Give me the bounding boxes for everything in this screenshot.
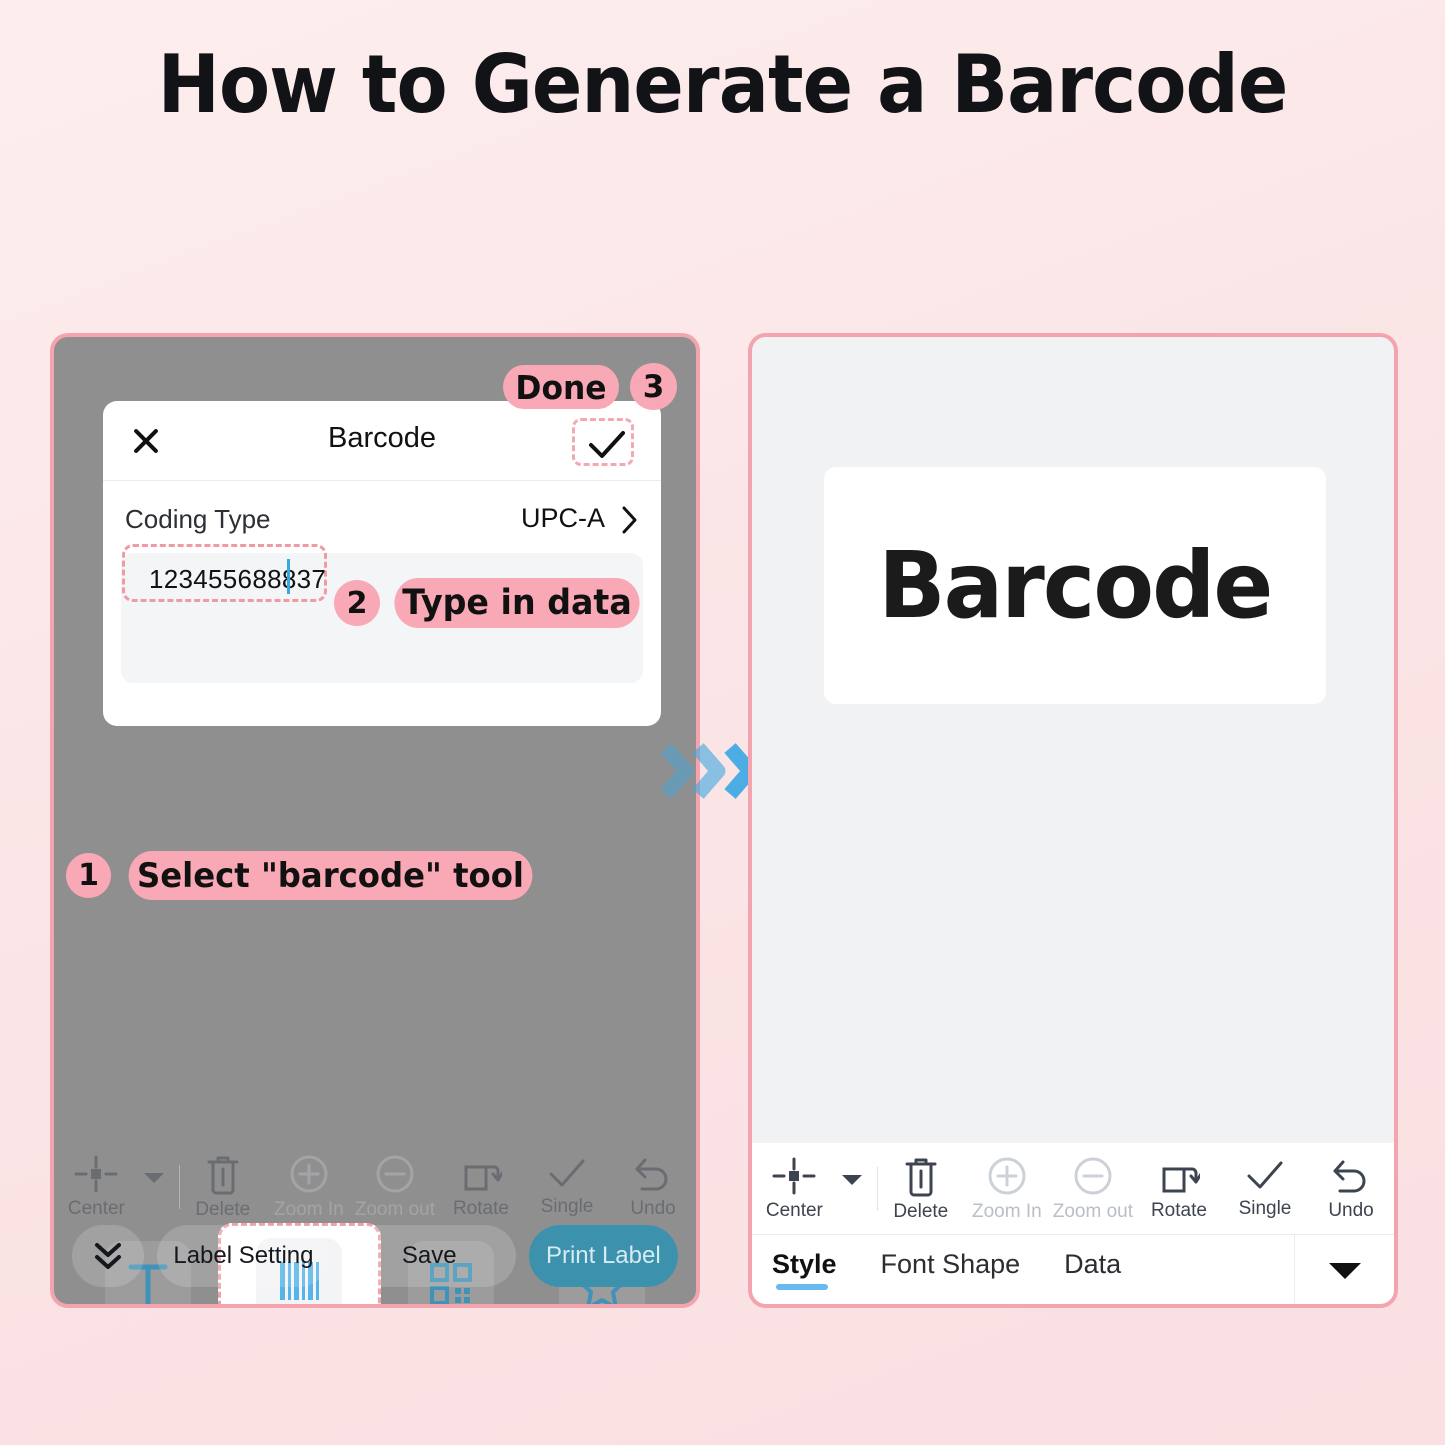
print-label-button[interactable]: Print Label: [528, 1225, 678, 1287]
step-3-callout: Done: [503, 365, 619, 409]
minus-circle-icon: [376, 1155, 414, 1193]
barcode-data-value: 123455688837: [149, 564, 327, 594]
collapse-button[interactable]: [72, 1225, 144, 1287]
center-align-icon: [772, 1157, 816, 1194]
step-2-number: 2: [334, 580, 380, 626]
toolbar-item-single[interactable]: Single: [1222, 1143, 1308, 1235]
minus-circle-icon: [1074, 1157, 1112, 1194]
toolbar-item-rotate[interactable]: Rotate: [1136, 1143, 1222, 1235]
toolbar-label-single: Single: [1238, 1197, 1292, 1219]
dialog-header: Barcode: [103, 401, 661, 481]
save-button[interactable]: Save: [342, 1225, 516, 1287]
rotate-icon: [1162, 1167, 1200, 1192]
undo-icon: [1333, 1160, 1366, 1192]
tab-style[interactable]: Style: [772, 1235, 837, 1290]
label-preview-card[interactable]: Barcode: [824, 467, 1326, 704]
toolbar-label-undo: Undo: [1328, 1199, 1374, 1221]
left-bottom-bar: Label Setting Save Print Label: [54, 1208, 696, 1304]
toolbar-item-delete[interactable]: Delete: [878, 1143, 964, 1235]
step-1-callout: Select "barcode" tool: [128, 851, 533, 900]
toolbar-label-rotate: Rotate: [1150, 1199, 1207, 1221]
rotate-icon: [464, 1165, 502, 1191]
poster-root: How to Generate a Barcode Barcode Coding…: [0, 0, 1445, 1445]
barcode-dialog: Barcode Coding Type UPC-A 123455688837: [103, 401, 661, 726]
center-align-icon: [74, 1155, 118, 1193]
label-preview-text: Barcode: [878, 532, 1273, 639]
plus-circle-icon: [290, 1155, 328, 1193]
coding-type-value: UPC-A: [520, 503, 605, 533]
toolbar-item-undo[interactable]: Undo: [1308, 1143, 1394, 1235]
label-setting-button[interactable]: Label Setting: [157, 1225, 330, 1287]
check-icon: [589, 431, 625, 458]
step-1-number: 1: [66, 853, 111, 898]
right-editor-toolbar: Center Delete Zoom In Zoom out Rotate Si…: [752, 1143, 1394, 1235]
toolbar-item-center[interactable]: Center: [752, 1143, 877, 1235]
coding-type-label: Coding Type: [125, 504, 271, 534]
toolbar-label-center: Center: [765, 1199, 823, 1221]
undo-icon: [635, 1158, 668, 1191]
check-icon: [1247, 1161, 1283, 1188]
text-cursor: [287, 559, 290, 594]
toolbar-label-zoom-in: Zoom In: [971, 1200, 1042, 1222]
right-screenshot-panel: Barcode Center Delete Zoom In Zoom out R…: [748, 333, 1398, 1308]
caret-down-icon[interactable]: [143, 1171, 165, 1185]
left-screenshot-panel: Barcode Coding Type UPC-A 123455688837 C…: [50, 333, 700, 1308]
confirm-button[interactable]: [572, 418, 634, 466]
check-icon: [549, 1159, 585, 1187]
settings-tabs: Style Font Shape Data: [752, 1235, 1394, 1304]
trash-icon: [207, 1156, 239, 1195]
step-2-callout: Type in data: [394, 578, 640, 628]
tab-data[interactable]: Data: [1064, 1235, 1121, 1280]
expand-tabs-button[interactable]: [1294, 1235, 1394, 1304]
toolbar-item-zoom-out[interactable]: Zoom out: [1050, 1143, 1136, 1235]
caret-down-icon: [1328, 1263, 1361, 1279]
toolbar-label-zoom-out: Zoom out: [1052, 1200, 1134, 1222]
caret-down-icon[interactable]: [841, 1173, 863, 1187]
double-chevron-down-icon: [95, 1243, 121, 1269]
page-title: How to Generate a Barcode: [157, 38, 1289, 131]
plus-circle-icon: [988, 1157, 1026, 1194]
toolbar-label-delete: Delete: [893, 1200, 949, 1222]
trash-icon: [905, 1158, 937, 1196]
chevron-right-icon: [622, 506, 637, 534]
tab-font-shape[interactable]: Font Shape: [881, 1235, 1021, 1280]
toolbar-item-zoom-in[interactable]: Zoom In: [964, 1143, 1050, 1235]
step-3-number: 3: [630, 363, 677, 410]
